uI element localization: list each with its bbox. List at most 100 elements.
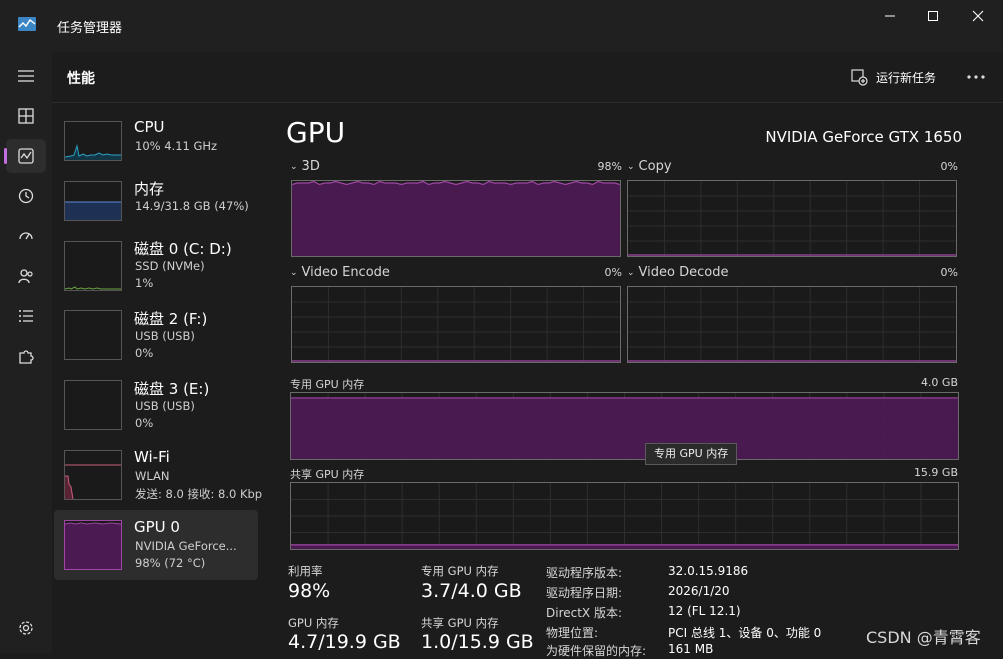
info-value-location: PCI 总线 1、设备 0、功能 0 xyxy=(668,626,822,640)
sidebar-item-value: 0% xyxy=(135,346,154,360)
sidebar-item-title: CPU xyxy=(134,118,165,136)
info-key-directx: DirectX 版本: xyxy=(546,606,623,620)
engine-selector-video-decode[interactable]: ⌄ Video Decode xyxy=(627,265,728,280)
engine-percent: 0% xyxy=(604,266,622,279)
engine-percent: 0% xyxy=(940,160,958,173)
chevron-down-icon: ⌄ xyxy=(290,161,298,172)
graph-copy xyxy=(627,180,957,257)
shared-memory-stat-label: 共享 GPU 内存 xyxy=(421,616,499,630)
graph-fill xyxy=(291,397,958,459)
shared-memory-stat-value: 1.0/15.9 GB xyxy=(421,631,534,653)
info-key-reserved-memory: 为硬件保留的内存: xyxy=(546,644,647,658)
memory-thumbnail-graph xyxy=(64,181,122,221)
info-value-driver-date: 2026/1/20 xyxy=(668,584,730,598)
sidebar-item-title: 磁盘 3 (E:) xyxy=(134,380,210,398)
sidebar-item-title: 内存 xyxy=(134,180,165,198)
graph-grid xyxy=(292,287,620,362)
processes-icon xyxy=(18,108,34,124)
info-key-location: 物理位置: xyxy=(546,626,599,640)
engine-selector-video-encode[interactable]: ⌄ Video Encode xyxy=(290,265,390,280)
utilization-value: 98% xyxy=(288,580,331,602)
maximize-icon[interactable] xyxy=(923,8,943,24)
dedicated-memory-max: 4.0 GB xyxy=(920,376,958,389)
nav-processes[interactable] xyxy=(6,99,46,133)
disk2-thumbnail-graph xyxy=(64,310,122,360)
nav-users[interactable] xyxy=(6,259,46,293)
chevron-down-icon: ⌄ xyxy=(290,267,298,278)
details-list-icon xyxy=(19,310,33,322)
dedicated-memory-stat-label: 专用 GPU 内存 xyxy=(421,564,499,578)
nav-settings[interactable] xyxy=(6,611,46,645)
engine-label: Video Encode xyxy=(301,265,390,280)
sidebar-item-disk-3[interactable]: 磁盘 3 (E:) USB (USB) 0% xyxy=(54,370,258,440)
watermark: CSDN @青霄客 xyxy=(866,628,981,647)
disk3-thumbnail-graph xyxy=(64,380,122,430)
cpu-thumbnail-graph xyxy=(64,121,122,161)
engine-percent: 98% xyxy=(597,160,622,173)
gpu-memory-stat-label: GPU 内存 xyxy=(288,616,339,630)
task-manager-icon xyxy=(18,17,36,31)
dedicated-memory-label: 专用 GPU 内存 xyxy=(290,378,365,391)
graph-grid xyxy=(291,483,958,549)
dedicated-memory-stat-value: 3.7/4.0 GB xyxy=(421,580,522,602)
title-bar xyxy=(0,0,1003,52)
sidebar-item-title: GPU 0 xyxy=(134,518,180,536)
nav-app-history[interactable] xyxy=(6,179,46,213)
nav-details[interactable] xyxy=(6,299,46,333)
sidebar-item-disk-2[interactable]: 磁盘 2 (F:) USB (USB) 0% xyxy=(54,300,258,370)
engine-selector-3d[interactable]: ⌄ 3D xyxy=(290,159,320,174)
sidebar-item-subtitle: USB (USB) xyxy=(135,399,195,413)
info-value-directx: 12 (FL 12.1) xyxy=(668,604,741,618)
sidebar-item-value: 0% xyxy=(135,416,154,430)
users-icon xyxy=(18,269,33,284)
sidebar-item-wifi[interactable]: Wi-Fi WLAN 发送: 8.0 接收: 8.0 Kbp xyxy=(54,440,262,510)
graph-grid xyxy=(628,287,956,362)
more-options-icon[interactable] xyxy=(962,64,990,90)
graph-video-encode xyxy=(291,286,621,363)
sidebar-item-subtitle: SSD (NVMe) xyxy=(135,259,205,273)
nav-startup-apps[interactable] xyxy=(6,219,46,253)
startup-speedometer-icon xyxy=(19,232,33,240)
graph-3d xyxy=(291,180,621,257)
performance-icon xyxy=(18,148,34,164)
graph-video-decode xyxy=(627,286,957,363)
shared-memory-label: 共享 GPU 内存 xyxy=(290,468,365,481)
graph-fill xyxy=(292,181,620,256)
info-value-driver-version: 32.0.15.9186 xyxy=(668,564,749,578)
info-value-reserved-memory: 161 MB xyxy=(668,642,714,656)
sidebar-item-value: 发送: 8.0 接收: 8.0 Kbp xyxy=(135,487,263,501)
nav-selection-indicator xyxy=(4,148,7,164)
run-new-task-button[interactable]: 运行新任务 xyxy=(850,66,936,88)
services-puzzle-icon xyxy=(19,350,34,364)
sidebar-item-subtitle: 14.9/31.8 GB (47%) xyxy=(135,199,249,213)
page-title: 性能 xyxy=(67,71,95,87)
close-icon[interactable] xyxy=(968,8,988,24)
sidebar-item-gpu-0[interactable]: GPU 0 NVIDIA GeForce... 98% (72 °C) xyxy=(54,510,258,580)
graph-grid xyxy=(628,181,956,256)
engine-selector-copy[interactable]: ⌄ Copy xyxy=(627,159,672,174)
nav-services[interactable] xyxy=(6,339,46,373)
new-task-icon xyxy=(851,69,868,86)
sidebar-item-title: 磁盘 0 (C: D:) xyxy=(134,240,232,258)
sidebar-item-value: 98% (72 °C) xyxy=(135,556,206,570)
sidebar-item-subtitle: USB (USB) xyxy=(135,329,195,343)
graph-dedicated-memory xyxy=(290,392,959,460)
hamburger-menu-icon[interactable] xyxy=(16,68,36,84)
run-new-task-label: 运行新任务 xyxy=(876,70,937,85)
sidebar-item-disk-0[interactable]: 磁盘 0 (C: D:) SSD (NVMe) 1% xyxy=(54,230,258,300)
minimize-icon[interactable] xyxy=(880,8,900,24)
chevron-down-icon: ⌄ xyxy=(627,267,635,278)
graph-shared-memory xyxy=(290,482,959,550)
graph-fill xyxy=(291,544,958,549)
engine-label: 3D xyxy=(301,159,320,174)
window-title: 任务管理器 xyxy=(57,21,123,36)
disk0-thumbnail-graph xyxy=(64,241,122,291)
settings-gear-icon xyxy=(19,621,33,635)
sidebar-item-subtitle: WLAN xyxy=(135,469,170,483)
gpu-thumbnail-graph xyxy=(64,520,122,570)
wifi-thumbnail-graph xyxy=(64,450,122,500)
nav-performance[interactable] xyxy=(6,139,46,173)
gpu-memory-stat-value: 4.7/19.9 GB xyxy=(288,631,401,653)
engine-label: Copy xyxy=(638,159,672,174)
engine-percent: 0% xyxy=(940,266,958,279)
